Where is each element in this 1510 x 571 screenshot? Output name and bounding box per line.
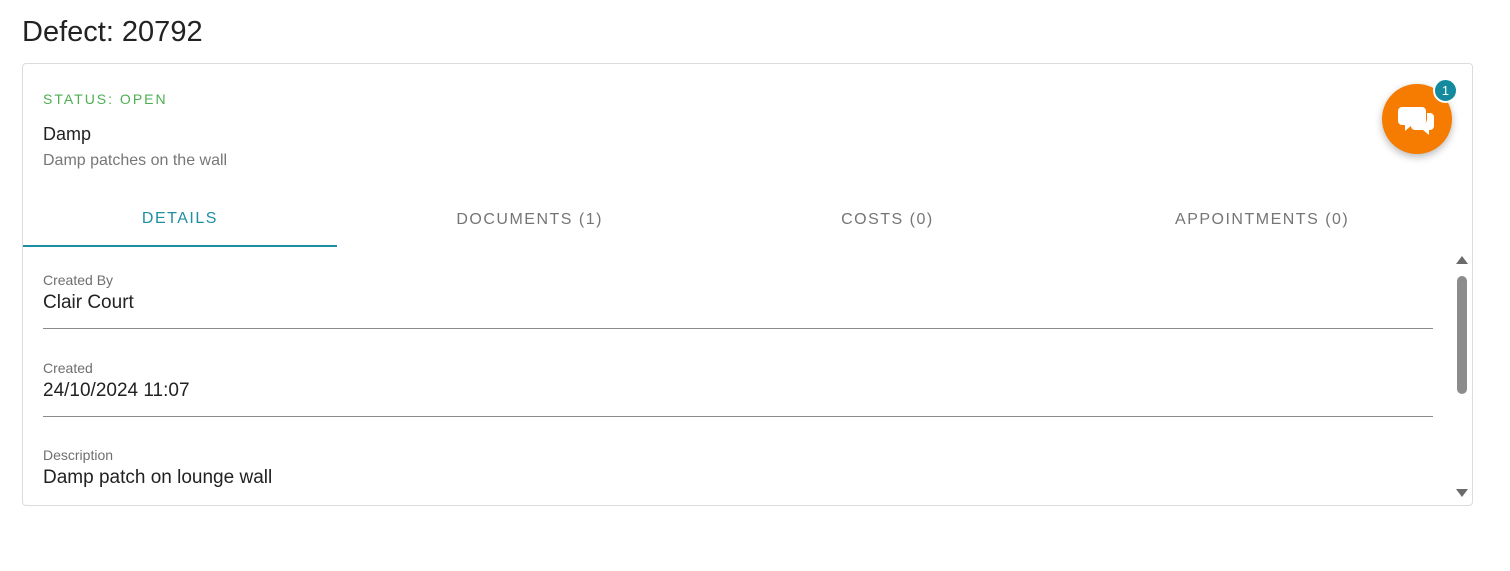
tab-costs[interactable]: COSTS (0) bbox=[723, 192, 1053, 247]
tab-appointments[interactable]: APPOINTMENTS (0) bbox=[1052, 192, 1472, 247]
details-panel[interactable]: Created By Clair Court Created 24/10/202… bbox=[23, 248, 1472, 505]
defect-type: Damp bbox=[43, 124, 92, 144]
scroll-down-arrow-icon[interactable] bbox=[1456, 489, 1468, 497]
tab-bar: DETAILS DOCUMENTS (1) COSTS (0) APPOINTM… bbox=[23, 192, 1472, 248]
created-label: Created bbox=[43, 360, 93, 376]
tab-documents[interactable]: DOCUMENTS (1) bbox=[337, 192, 723, 247]
page-title: Defect: 20792 bbox=[22, 16, 203, 48]
scroll-thumb[interactable] bbox=[1457, 276, 1467, 394]
tab-details[interactable]: DETAILS bbox=[23, 192, 337, 247]
description-value: Damp patch on lounge wall bbox=[43, 467, 273, 488]
vertical-scrollbar[interactable] bbox=[1454, 248, 1470, 505]
created-by-value: Clair Court bbox=[43, 292, 134, 313]
created-field: Created 24/10/2024 11:07 bbox=[43, 360, 1433, 417]
status-label: STATUS: OPEN bbox=[43, 91, 168, 107]
created-by-field: Created By Clair Court bbox=[43, 272, 1433, 329]
scroll-up-arrow-icon[interactable] bbox=[1456, 256, 1468, 264]
chat-badge: 1 bbox=[1433, 78, 1458, 103]
description-field: Description Damp patch on lounge wall bbox=[43, 447, 1433, 501]
created-value: 24/10/2024 11:07 bbox=[43, 380, 190, 401]
defect-card: STATUS: OPEN Damp Damp patches on the wa… bbox=[22, 63, 1473, 506]
description-label: Description bbox=[43, 447, 114, 463]
created-by-label: Created By bbox=[43, 272, 114, 288]
chat-bubbles-icon bbox=[1398, 107, 1434, 135]
defect-summary: Damp patches on the wall bbox=[43, 152, 228, 169]
